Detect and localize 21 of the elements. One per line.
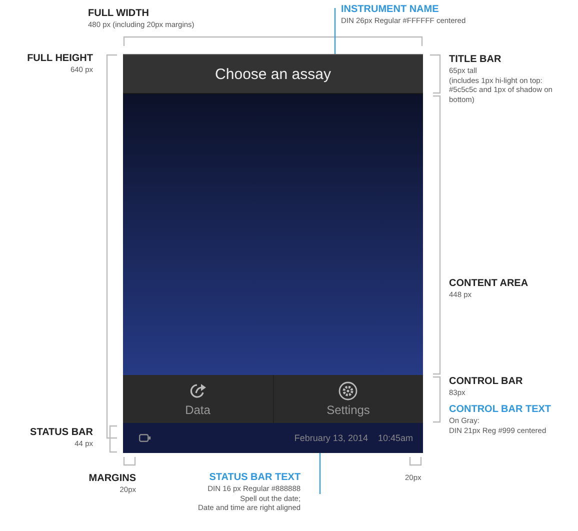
annotation-heading: CONTROL BAR [449, 376, 523, 388]
annotation-heading: STATUS BAR [30, 427, 93, 439]
annotation-heading: FULL WIDTH [88, 8, 150, 20]
control-bar-bracket [433, 376, 441, 423]
margin-bracket [123, 457, 136, 466]
annotation-heading: FULL HEIGHT [27, 53, 93, 65]
time-text: 10:45am [378, 433, 413, 443]
screen-title: Choose an assay [215, 66, 331, 82]
annotation-heading: INSTRUMENT NAME [341, 4, 440, 16]
annotation-heading: CONTROL BAR TEXT [449, 404, 552, 416]
status-bar-bracket [109, 425, 117, 453]
title-bar-bracket [430, 54, 441, 94]
annotation-heading: MARGINS [88, 473, 136, 485]
margin-bracket [409, 457, 422, 466]
battery-icon [139, 434, 151, 442]
settings-icon [338, 381, 358, 401]
annotation-heading: STATUS BAR TEXT [209, 472, 301, 484]
annotation-heading: CONTENT AREA [449, 278, 528, 290]
date-text: February 13, 2014 [294, 433, 368, 443]
share-icon [188, 381, 208, 401]
annotation-heading: TITLE BAR [449, 54, 502, 66]
